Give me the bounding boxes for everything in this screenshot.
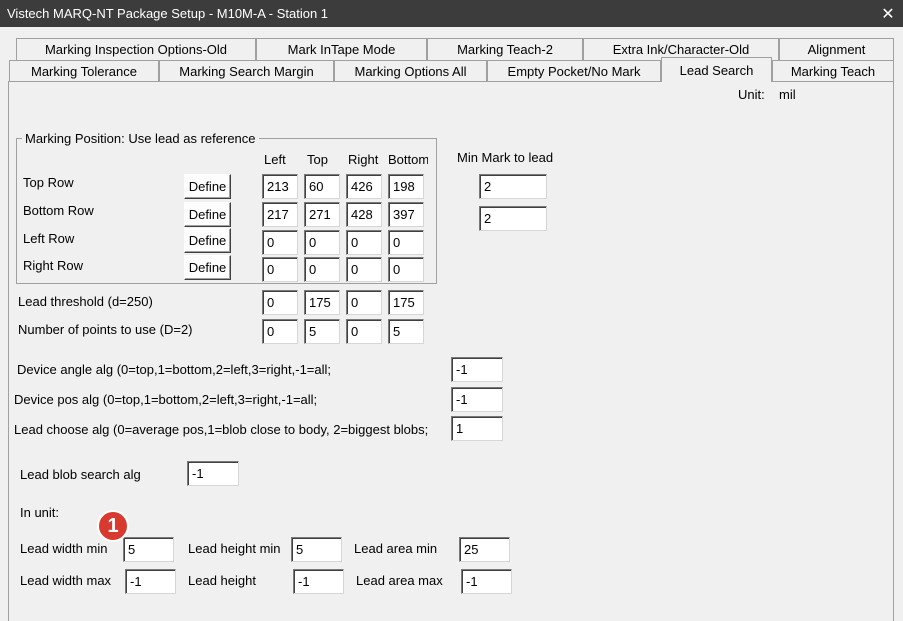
left-row-top-input[interactable]: 0 [304, 230, 340, 255]
title-bar: Vistech MARQ-NT Package Setup - M10M-A -… [0, 0, 903, 27]
num-points-bottom-input[interactable]: 5 [388, 319, 424, 344]
left-row-left-input[interactable]: 0 [262, 230, 298, 255]
lead-area-max-label: Lead area max [356, 573, 443, 588]
tab-lead-search[interactable]: Lead Search [661, 57, 772, 82]
left-row-define-button[interactable]: Define [184, 228, 231, 253]
bottom-row-left-input[interactable]: 217 [262, 202, 298, 227]
device-pos-alg-label: Device pos alg (0=top,1=bottom,2=left,3=… [14, 392, 318, 407]
top-row-bottom-input[interactable]: 198 [388, 174, 424, 199]
num-points-top-input[interactable]: 5 [304, 319, 340, 344]
top-row-right-input[interactable]: 426 [346, 174, 382, 199]
bottom-row-right-input[interactable]: 428 [346, 202, 382, 227]
right-row-define-button[interactable]: Define [184, 255, 231, 280]
top-row-left-input[interactable]: 213 [262, 174, 298, 199]
lead-choose-alg-label: Lead choose alg (0=average pos,1=blob cl… [14, 422, 429, 437]
left-row-label: Left Row [23, 231, 75, 246]
top-row-label: Top Row [23, 175, 74, 190]
device-angle-alg-input[interactable]: -1 [451, 357, 503, 382]
marking-position-title: Marking Position: Use lead as reference [22, 131, 259, 146]
lead-blob-search-alg-label: Lead blob search alg [20, 467, 141, 482]
lead-choose-alg-input[interactable]: 1 [451, 416, 503, 441]
tab-marking-options-all[interactable]: Marking Options All [334, 60, 487, 82]
num-points-right-input[interactable]: 0 [346, 319, 382, 344]
bottom-row-define-button[interactable]: Define [184, 202, 231, 227]
lead-threshold-right-input[interactable]: 0 [346, 290, 382, 315]
device-pos-alg-input[interactable]: -1 [451, 387, 503, 412]
min-mark-to-lead-input-1[interactable]: 2 [479, 174, 547, 199]
in-unit-label: In unit: [20, 505, 60, 520]
tab-mark-intape-mode[interactable]: Mark InTape Mode [256, 38, 427, 60]
lead-width-min-label: Lead width min [20, 541, 108, 556]
lead-height-label: Lead height [188, 573, 256, 588]
lead-threshold-bottom-input[interactable]: 175 [388, 290, 424, 315]
device-angle-alg-label: Device angle alg (0=top,1=bottom,2=left,… [17, 362, 332, 377]
lead-threshold-top-input[interactable]: 175 [304, 290, 340, 315]
tab-marking-teach[interactable]: Marking Teach [772, 60, 894, 82]
unit-value: mil [779, 87, 796, 102]
column-bottom-header: Bottom [388, 152, 428, 167]
lead-area-max-input[interactable]: -1 [461, 569, 512, 594]
lead-area-min-input[interactable]: 25 [459, 537, 510, 562]
lead-height-input[interactable]: -1 [293, 569, 344, 594]
column-top-header: Top [307, 152, 328, 167]
left-row-right-input[interactable]: 0 [346, 230, 382, 255]
right-row-bottom-input[interactable]: 0 [388, 257, 424, 282]
window-title: Vistech MARQ-NT Package Setup - M10M-A -… [7, 6, 329, 21]
tab-alignment[interactable]: Alignment [779, 38, 894, 60]
tab-marking-tolerance[interactable]: Marking Tolerance [9, 60, 159, 82]
bottom-row-bottom-input[interactable]: 397 [388, 202, 424, 227]
column-right-header: Right [348, 152, 379, 167]
tab-empty-pocket-no-mark[interactable]: Empty Pocket/No Mark [487, 60, 661, 82]
unit-label: Unit: [738, 87, 765, 102]
lead-threshold-left-input[interactable]: 0 [262, 290, 298, 315]
left-row-bottom-input[interactable]: 0 [388, 230, 424, 255]
min-mark-to-lead-label: Min Mark to lead [457, 150, 554, 165]
right-row-label: Right Row [23, 258, 83, 273]
bottom-row-label: Bottom Row [23, 203, 94, 218]
top-row-define-button[interactable]: Define [184, 174, 231, 199]
tab-marking-teach-2[interactable]: Marking Teach-2 [427, 38, 583, 60]
annotation-badge: 1 [97, 510, 129, 542]
lead-threshold-label: Lead threshold (d=250) [18, 294, 153, 309]
lead-height-min-input[interactable]: 5 [291, 537, 342, 562]
column-left-header: Left [264, 152, 286, 167]
right-row-top-input[interactable]: 0 [304, 257, 340, 282]
tab-marking-inspection-options-old[interactable]: Marking Inspection Options-Old [16, 38, 256, 60]
tab-marking-search-margin[interactable]: Marking Search Margin [159, 60, 334, 82]
num-points-label: Number of points to use (D=2) [18, 322, 193, 337]
lead-width-min-input[interactable]: 5 [123, 537, 174, 562]
close-icon[interactable]: ✕ [873, 0, 903, 27]
top-row-top-input[interactable]: 60 [304, 174, 340, 199]
bottom-row-top-input[interactable]: 271 [304, 202, 340, 227]
min-mark-to-lead-input-2[interactable]: 2 [479, 206, 547, 231]
right-row-right-input[interactable]: 0 [346, 257, 382, 282]
lead-height-min-label: Lead height min [188, 541, 281, 556]
right-row-left-input[interactable]: 0 [262, 257, 298, 282]
lead-area-min-label: Lead area min [354, 541, 438, 556]
lead-blob-search-alg-input[interactable]: -1 [187, 461, 239, 486]
num-points-left-input[interactable]: 0 [262, 319, 298, 344]
lead-width-max-input[interactable]: -1 [125, 569, 176, 594]
lead-width-max-label: Lead width max [20, 573, 112, 588]
